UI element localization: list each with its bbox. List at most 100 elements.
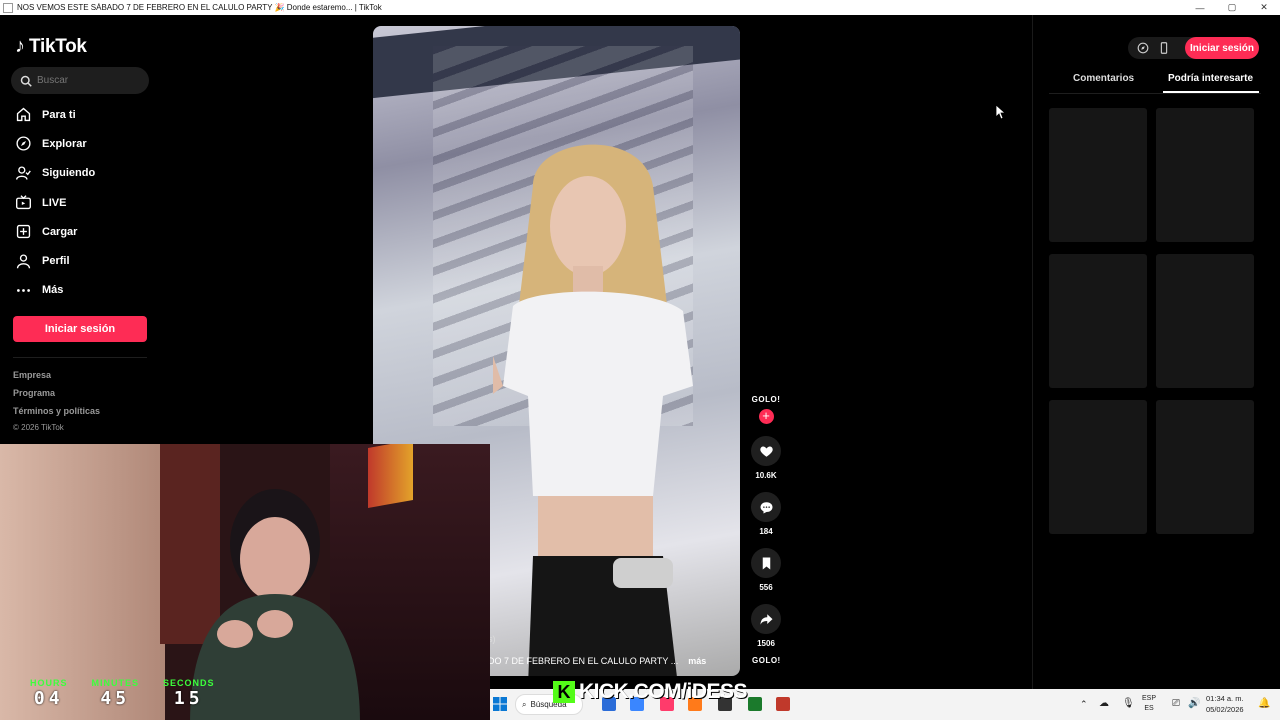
screen: NOS VEMOS ESTE SÁBADO 7 DE FEBRERO EN EL… <box>0 0 1280 720</box>
more-icon <box>17 289 30 292</box>
author-avatar[interactable]: GOLO! <box>748 395 784 404</box>
like-count: 10.6K <box>755 471 777 480</box>
minimize-button[interactable]: — <box>1184 0 1216 15</box>
stream-timer: HOURS 04 MINUTES 45 SECONDS 15 <box>30 678 215 709</box>
recommended-video-card[interactable] <box>1156 108 1254 242</box>
compass-icon[interactable] <box>1136 41 1150 55</box>
sidebar-item-label: Siguiendo <box>42 167 96 180</box>
caption-more-link[interactable]: más <box>688 656 706 666</box>
share-button[interactable] <box>751 604 781 634</box>
comment-button[interactable] <box>751 492 781 522</box>
like-button[interactable] <box>751 436 781 466</box>
bookmark-icon <box>762 557 770 569</box>
search-icon <box>20 75 32 87</box>
right-panel-divider <box>1032 15 1033 690</box>
recommended-video-card[interactable] <box>1156 400 1254 534</box>
like-action[interactable]: 10.6K <box>748 436 784 480</box>
sidebar: ♪ TikTok Para ti Explorar Siguiendo LIVE <box>0 15 160 445</box>
timer-minutes-label: MINUTES <box>91 678 140 688</box>
sidebar-item-explorar[interactable]: Explorar <box>0 129 160 158</box>
comment-icon <box>760 501 772 513</box>
sidebar-item-siguiendo[interactable]: Siguiendo <box>0 159 160 188</box>
search-box[interactable] <box>11 67 149 94</box>
clock-date: 05/02/2026 <box>1206 705 1244 714</box>
footer-link-programa[interactable]: Programa <box>13 388 55 398</box>
tiktok-logo[interactable]: ♪ TikTok <box>15 35 87 58</box>
save-action[interactable]: 556 <box>748 548 784 592</box>
recommended-video-card[interactable] <box>1049 108 1147 242</box>
timer-hours-value: 04 <box>33 688 64 709</box>
taskbar-clock[interactable]: 01:34 a. m. 05/02/2026 <box>1206 693 1244 715</box>
sidebar-item-perfil[interactable]: Perfil <box>0 246 160 275</box>
sidebar-item-cargar[interactable]: Cargar <box>0 217 160 246</box>
comment-action[interactable]: 184 <box>748 492 784 536</box>
share-icon <box>760 613 772 625</box>
timer-seconds-value: 15 <box>173 688 204 709</box>
tab-comentarios[interactable]: Comentarios <box>1073 73 1134 84</box>
follow-button[interactable]: + <box>758 409 774 424</box>
profile-icon <box>16 254 31 269</box>
window-titlebar: NOS VEMOS ESTE SÁBADO 7 DE FEBRERO EN EL… <box>0 0 1280 15</box>
microphone-icon[interactable]: 🎙 <box>1122 698 1135 709</box>
timer-hours: HOURS 04 <box>30 678 68 709</box>
save-button[interactable] <box>751 548 781 578</box>
notification-bell-icon[interactable]: 🔔 <box>1258 698 1270 709</box>
timer-hours-label: HOURS <box>30 678 68 688</box>
video-caption-text: DO 7 DE FEBRERO EN EL CALULO PARTY ... <box>488 656 679 666</box>
tab-podria-interesarte[interactable]: Podría interesarte <box>1168 73 1253 84</box>
search-icon: ⌕ <box>522 699 527 709</box>
tabs-baseline <box>1049 93 1261 94</box>
tray-chevron-icon[interactable]: ⌃ <box>1080 699 1088 710</box>
recommended-video-card[interactable] <box>1049 400 1147 534</box>
volume-icon[interactable]: 🔊 <box>1188 698 1200 709</box>
sidebar-login-button[interactable]: Iniciar sesión <box>13 316 147 342</box>
cloud-icon[interactable]: ☁ <box>1099 698 1109 709</box>
network-icon[interactable]: ⎚ <box>1172 698 1180 709</box>
music-disc-tag[interactable]: GOLO! <box>752 656 781 665</box>
kick-url: KICK.COM/iDESS <box>579 680 748 703</box>
maximize-button[interactable]: ▢ <box>1216 0 1248 15</box>
sidebar-divider <box>13 357 147 358</box>
language-indicator[interactable]: ESP ES <box>1142 694 1156 714</box>
sidebar-item-live[interactable]: LIVE <box>0 188 160 217</box>
home-icon <box>16 107 31 122</box>
app-icon[interactable] <box>748 697 762 711</box>
copyright-text: © 2026 TikTok <box>13 423 64 432</box>
share-action[interactable]: 1506 <box>748 604 784 648</box>
clock-time: 01:34 a. m. <box>1206 694 1244 703</box>
live-icon <box>16 195 31 210</box>
video-caption: DO 7 DE FEBRERO EN EL CALULO PARTY ... m… <box>488 656 738 666</box>
search-input[interactable] <box>37 75 137 86</box>
video-person-figure <box>493 144 693 676</box>
sidebar-item-mas[interactable]: Más <box>0 276 160 305</box>
sidebar-item-label: Cargar <box>42 225 78 238</box>
timer-minutes-value: 45 <box>100 688 131 709</box>
kick-banner: K KICK.COM/iDESS <box>553 680 748 704</box>
heart-icon <box>759 446 773 457</box>
tiktok-favicon-icon <box>3 2 13 13</box>
app-icon[interactable] <box>776 697 790 711</box>
sidebar-item-label: Explorar <box>42 137 87 150</box>
timer-seconds: SECONDS 15 <box>163 678 215 709</box>
mobile-icon[interactable] <box>1157 41 1171 55</box>
sidebar-item-label: LIVE <box>42 196 67 209</box>
sidebar-item-para-ti[interactable]: Para ti <box>0 100 160 129</box>
recommended-video-card[interactable] <box>1049 254 1147 388</box>
compass-icon <box>16 136 31 151</box>
windows-start-icon[interactable] <box>493 697 507 711</box>
footer-link-empresa[interactable]: Empresa <box>13 370 51 380</box>
share-count: 1506 <box>757 639 775 648</box>
right-panel-tabs: Comentarios Podría interesarte <box>1049 70 1261 92</box>
upload-icon <box>16 225 31 239</box>
save-count: 556 <box>759 583 773 592</box>
sidebar-item-label: Perfil <box>42 255 70 268</box>
sidebar-item-label: Para ti <box>42 108 76 121</box>
comment-count: 184 <box>759 527 773 536</box>
header-login-button[interactable]: Iniciar sesión <box>1185 37 1259 59</box>
sidebar-item-label: Más <box>42 284 64 297</box>
sidebar-nav: Para ti Explorar Siguiendo LIVE Cargar P… <box>0 100 160 305</box>
recommended-video-card[interactable] <box>1156 254 1254 388</box>
footer-link-terminos[interactable]: Términos y políticas <box>13 406 100 416</box>
language-top: ESP <box>1142 695 1157 702</box>
close-button[interactable]: ✕ <box>1248 0 1280 15</box>
